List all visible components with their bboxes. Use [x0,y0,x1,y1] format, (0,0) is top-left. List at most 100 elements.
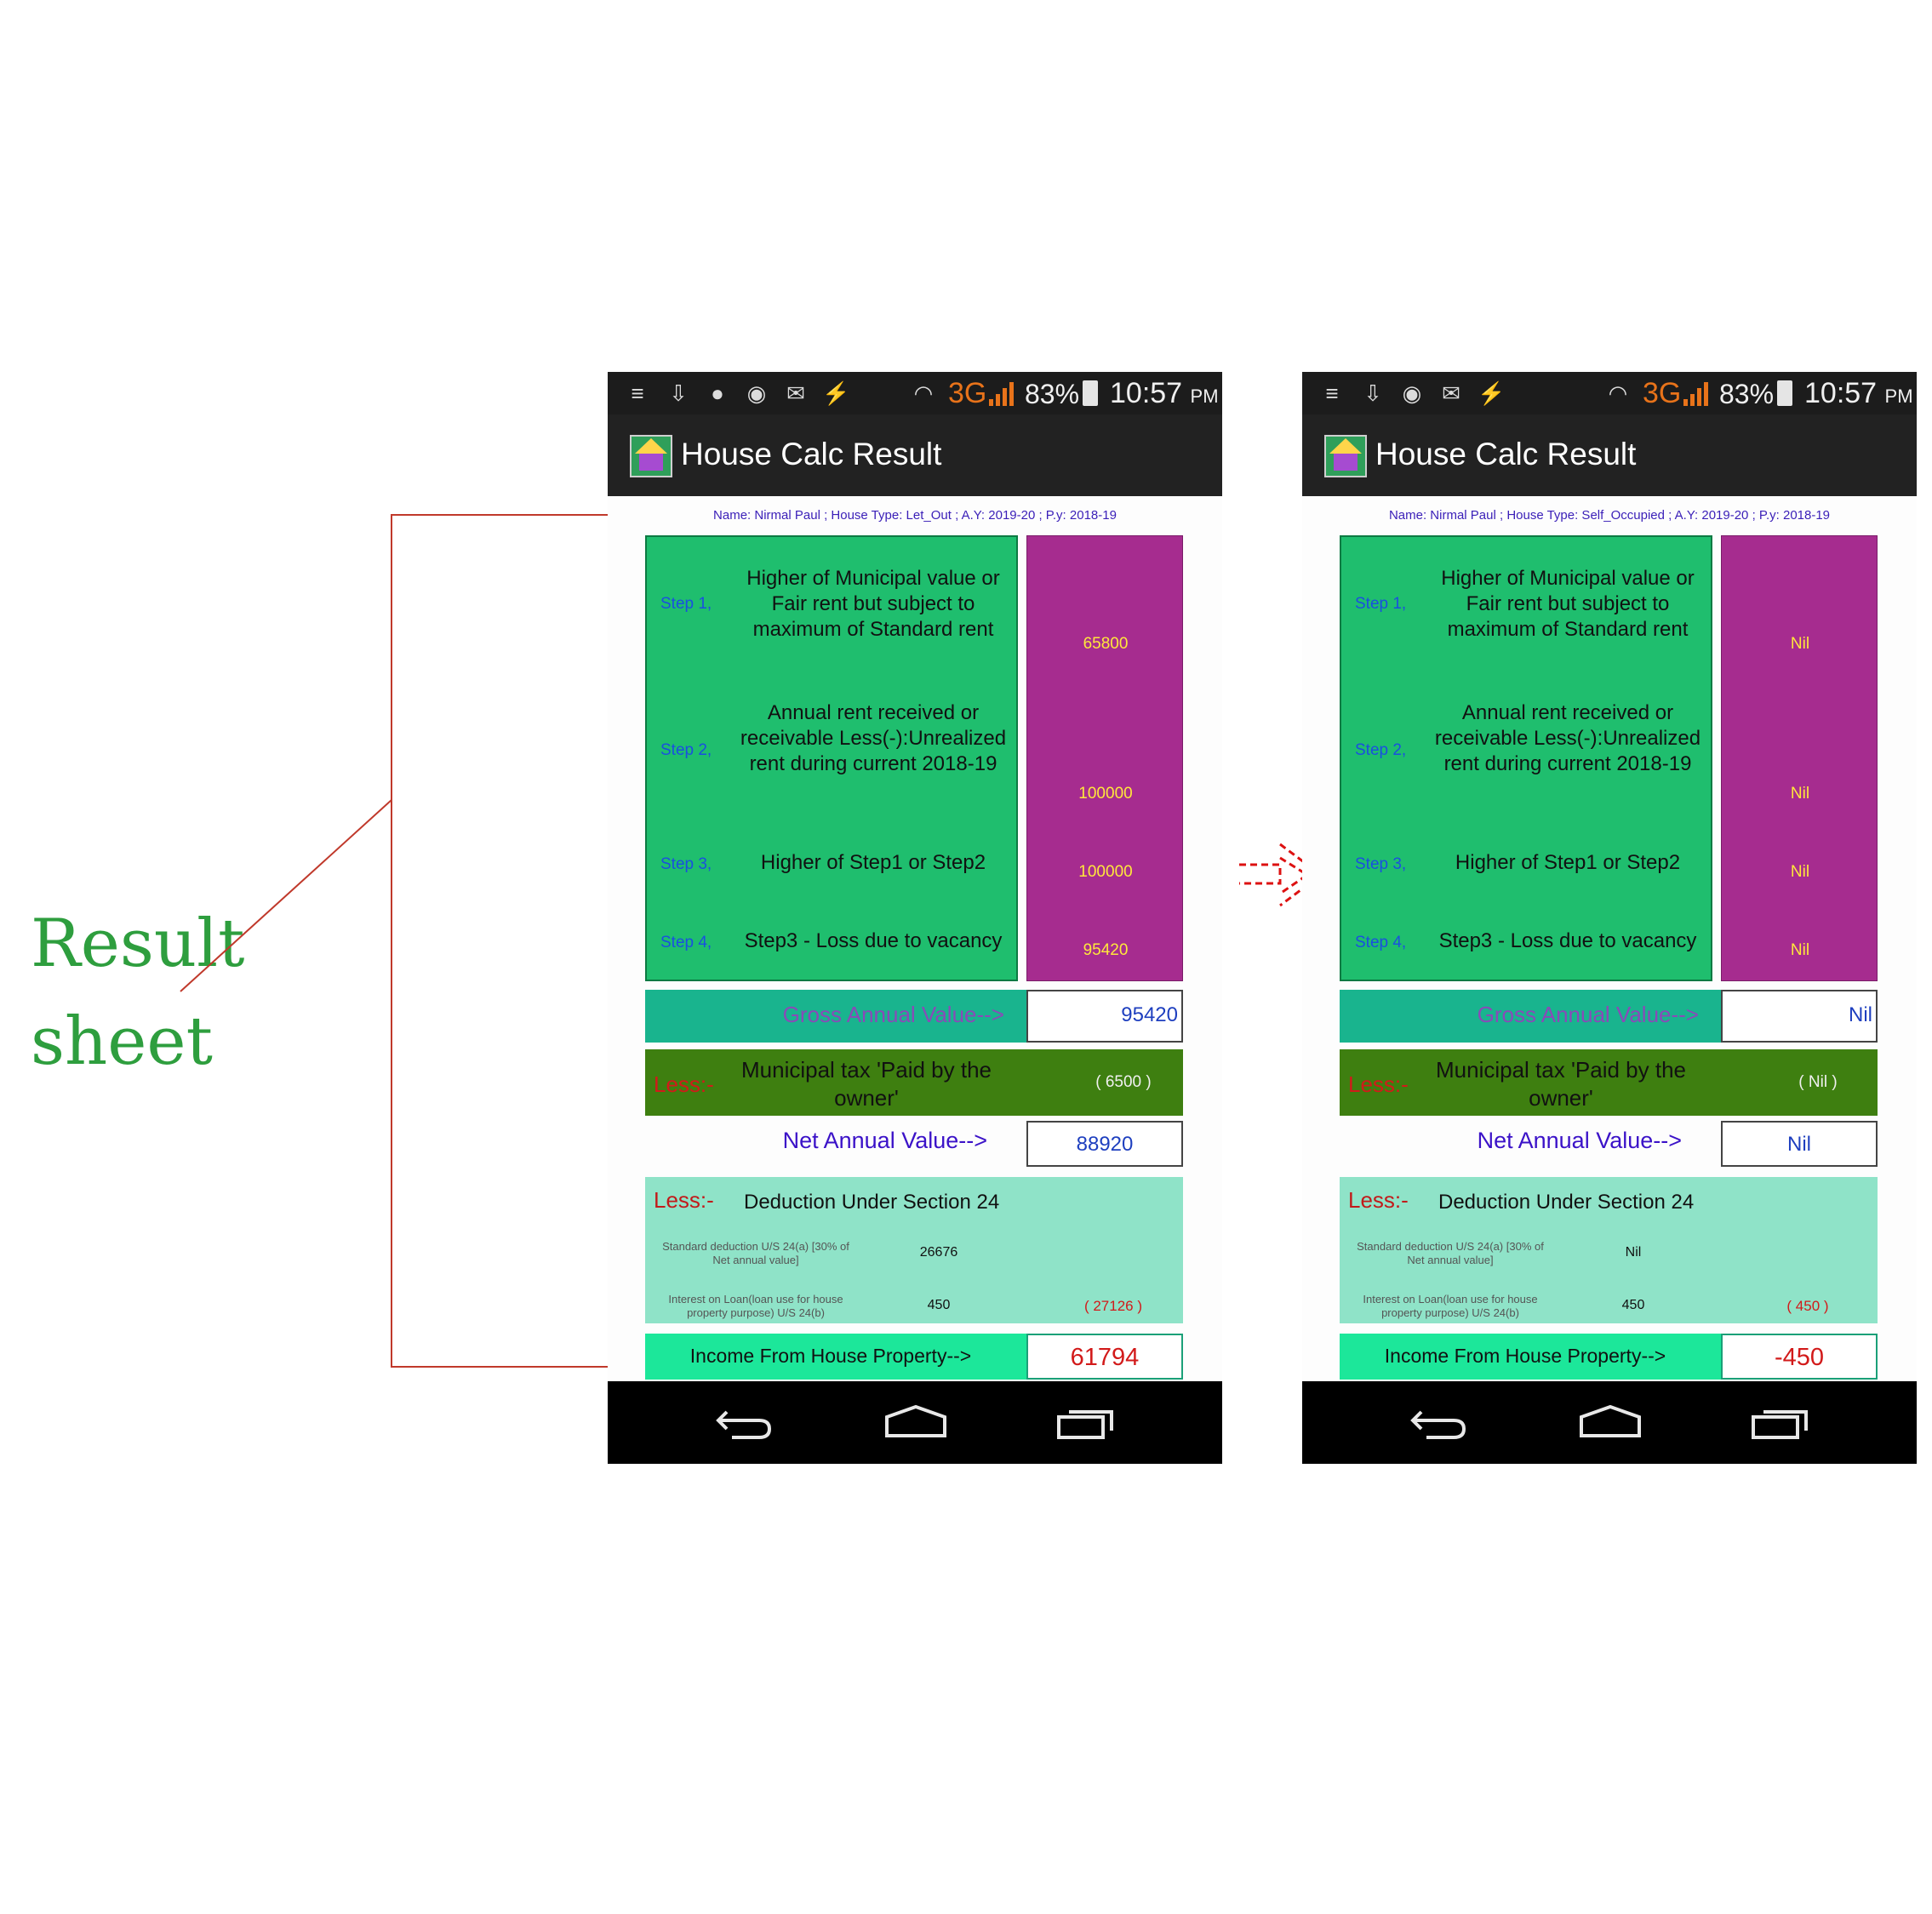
step-4-desc: Step3 - Loss due to vacancy [744,929,1003,952]
municipal-tax-label: Municipal tax 'Paid by the owner' [1435,1057,1686,1111]
income-field: 61794 [1026,1334,1183,1380]
app-bar: House Calc Result [1302,414,1917,496]
result-content[interactable]: Name: Nirmal Paul ; House Type: Self_Occ… [1302,496,1917,1381]
steps-panel: Step 1, Higher of Municipal value or Fai… [1340,535,1712,981]
back-icon[interactable] [1409,1403,1469,1441]
result-content[interactable]: Name: Nirmal Paul ; House Type: Let_Out … [608,496,1222,1381]
municipal-tax-value: ( Nil ) [1798,1073,1838,1091]
net-annual-value-label: Net Annual Value--> [1477,1128,1682,1153]
interest-on-loan-value: 450 [1621,1298,1645,1312]
step-4-label: Step 4, [1355,934,1407,951]
deduction-section: Less:- Deduction Under Section 24 Standa… [1340,1177,1878,1323]
clock: 10:57 PM [1110,377,1219,409]
step-values-panel: 65800 100000 100000 95420 [1026,535,1183,981]
deduction-title: Deduction Under Section 24 [1438,1191,1695,1214]
gross-annual-value: Nil [1849,1003,1872,1026]
battery-icon [1777,380,1792,406]
annotation-result-text: Result [31,906,245,982]
signal-bars-icon [989,382,1014,406]
step-2-value: 100000 [1078,785,1133,803]
app-notification-icon: ◉ [746,380,767,406]
net-annual-value-label: Net Annual Value--> [782,1128,987,1153]
standard-deduction-label: Standard deduction U/S 24(a) [30% of Net… [662,1240,849,1266]
mail-icon: ✉ [786,380,805,406]
system-nav-bar [608,1381,1222,1464]
step-values-panel: Nil Nil Nil Nil [1721,535,1878,981]
system-nav-bar [1302,1381,1917,1464]
step-1-desc: Higher of Municipal value or Fair rent b… [746,567,1000,641]
deduction-total: ( 27126 ) [1083,1298,1143,1314]
gross-annual-value-field: 95420 [1026,990,1183,1043]
step-2-desc: Annual rent received or receivable Less(… [1434,701,1701,775]
income-row: Income From House Property--> [1340,1334,1721,1380]
deduction-less-label: Less:- [654,1187,714,1213]
status-bar: ≡ ⇩ ◉ ✉ ⚡ ◠ 3G 83% 10:57 PM [1302,372,1917,414]
signal-bars-icon [1683,382,1708,406]
gross-annual-value-row: Gross Annual Value--> [1340,990,1721,1043]
standard-deduction-value: 26676 [919,1245,958,1260]
gross-annual-value-row: Gross Annual Value--> [645,990,1026,1043]
step-2-desc: Annual rent received or receivable Less(… [740,701,1007,775]
step-4-value: 95420 [1083,941,1129,959]
wifi-icon: ◠ [1608,380,1628,406]
info-line: Name: Nirmal Paul ; House Type: Self_Occ… [1388,508,1831,523]
app-bar: House Calc Result [608,414,1222,496]
step-3-label: Step 3, [1355,855,1407,873]
deduction-total: ( 450 ) [1786,1298,1829,1314]
income-label: Income From House Property--> [1384,1345,1666,1367]
home-icon[interactable] [1578,1403,1643,1441]
battery-percent: 83% [1025,379,1080,409]
step-1-desc: Higher of Municipal value or Fair rent b… [1441,567,1695,641]
step-1-label: Step 1, [660,595,712,613]
step-2-value: Nil [1790,785,1810,803]
income-label: Income From House Property--> [689,1345,972,1367]
step-4-value: Nil [1790,941,1810,959]
gross-annual-value-label: Gross Annual Value--> [782,1002,1004,1027]
gross-annual-value-field: Nil [1721,990,1878,1043]
house-logo-icon[interactable] [630,435,672,477]
download-icon: ⇩ [669,380,688,406]
app-title: House Calc Result [1375,437,1637,471]
playlist-icon: ≡ [1325,380,1339,406]
deduction-section: Less:- Deduction Under Section 24 Standa… [645,1177,1183,1323]
recent-apps-icon[interactable] [1750,1403,1811,1441]
step-2-label: Step 2, [1355,741,1407,759]
wifi-icon: ◠ [913,380,934,406]
municipal-tax-row: Less:- Municipal tax 'Paid by the owner'… [645,1049,1183,1116]
network-type: 3G [948,377,987,409]
municipal-tax-value: ( 6500 ) [1095,1073,1152,1091]
download-icon: ⇩ [1363,380,1382,406]
recent-apps-icon[interactable] [1055,1403,1117,1441]
standard-deduction-value: Nil [1625,1245,1642,1260]
deduction-less-label: Less:- [1348,1187,1409,1213]
income-field: -450 [1721,1334,1878,1380]
net-annual-value-field: 88920 [1026,1121,1183,1167]
income-value: 61794 [1070,1344,1140,1371]
status-bar: ≡ ⇩ ● ◉ ✉ ⚡ ◠ 3G 83% 10:57 PM [608,372,1222,414]
annotation-sheet-text: sheet [31,1003,213,1080]
step-1-value: Nil [1790,635,1810,653]
municipal-tax-row: Less:- Municipal tax 'Paid by the owner'… [1340,1049,1878,1116]
step-2-label: Step 2, [660,741,712,759]
playlist-icon: ≡ [631,380,644,406]
step-1-value: 65800 [1083,635,1129,653]
network-type: 3G [1643,377,1682,409]
step-3-desc: Higher of Step1 or Step2 [760,851,986,874]
step-1-label: Step 1, [1355,595,1407,613]
home-icon[interactable] [883,1403,948,1441]
gross-annual-value-label: Gross Annual Value--> [1477,1002,1699,1027]
mail-icon: ✉ [1442,380,1460,406]
battery-percent: 83% [1719,379,1775,409]
phone-screen-self-occupied: ≡ ⇩ ◉ ✉ ⚡ ◠ 3G 83% 10:57 PM House Calc R… [1302,372,1917,1464]
messenger-icon: ● [711,380,724,406]
interest-on-loan-label: Interest on Loan(loan use for house prop… [668,1293,843,1319]
interest-on-loan-value: 450 [927,1298,951,1312]
clock: 10:57 PM [1804,377,1913,409]
deduction-title: Deduction Under Section 24 [744,1191,1000,1214]
back-icon[interactable] [715,1403,775,1441]
less-label: Less:- [654,1071,714,1097]
battery-icon [1083,380,1098,406]
app-notification-icon: ◉ [1402,380,1422,406]
house-logo-icon[interactable] [1324,435,1367,477]
net-annual-value-field: Nil [1721,1121,1878,1167]
